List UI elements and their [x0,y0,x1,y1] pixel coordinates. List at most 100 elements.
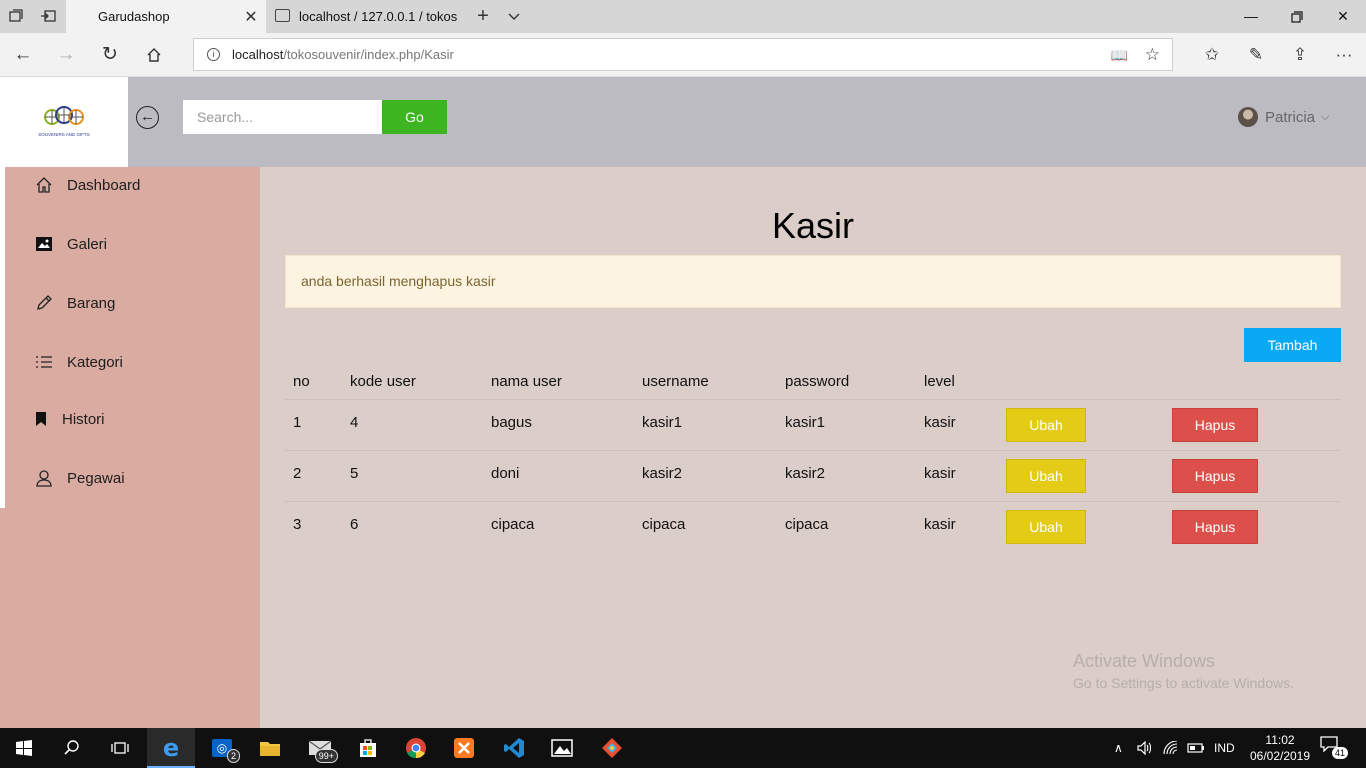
edit-button[interactable]: Ubah [1006,408,1086,442]
mail-count-badge: 2 [226,749,240,763]
logo-area[interactable]: SOUVENIRS AND GIFTS [0,77,128,167]
user-name: Patricia [1265,108,1316,126]
edit-button[interactable]: Ubah [1006,510,1086,544]
cell-nama-user: bagus [491,414,532,431]
cell-username: kasir1 [642,414,683,431]
app-header: SOUVENIRS AND GIFTS ← Go Patricia ⌵ [0,77,1366,167]
sidebar-item-label: Histori [62,410,105,428]
bookmark-icon [34,409,48,429]
browser-tab-strip: Garudashop ✕ localhost / 127.0.0.1 / tok… [0,0,1366,33]
delete-button[interactable]: Hapus [1172,459,1258,493]
cell-level: kasir [924,516,956,533]
edge-browser-icon[interactable]: e [147,728,195,768]
wifi-icon[interactable] [1163,728,1179,768]
git-tool-icon[interactable] [588,728,636,768]
more-menu-icon[interactable]: ··· [1330,43,1358,67]
watermark-subtitle: Go to Settings to activate Windows. [1073,675,1294,691]
new-tab-icon[interactable]: + [474,6,492,26]
tab-phpmyadmin[interactable]: localhost / 127.0.0.1 / tokos [267,0,467,33]
sidebar-item-dashboard[interactable]: Dashboard [34,173,140,197]
file-explorer-icon[interactable] [246,728,294,768]
page-favicon-icon [275,9,290,22]
delete-button[interactable]: Hapus [1172,408,1258,442]
sidebar-item-histori[interactable]: Histori [34,407,105,431]
edit-button[interactable]: Ubah [1006,459,1086,493]
user-icon [34,468,54,488]
list-icon [34,352,54,372]
volume-icon[interactable] [1137,728,1153,768]
address-toolbar: ← → ↻ i localhost/tokosouvenir/index.php… [0,33,1366,77]
sidebar-edge [0,167,5,508]
microsoft-store-icon[interactable] [344,728,392,768]
cell-no: 2 [293,465,302,482]
site-info-icon[interactable]: i [207,48,220,61]
cell-level: kasir [924,465,956,482]
cell-username: cipaca [642,516,686,533]
clock-time: 11:02 [1265,733,1295,747]
sidebar-item-pegawai[interactable]: Pegawai [34,466,125,490]
add-kasir-button[interactable]: Tambah [1244,328,1341,362]
photos-icon[interactable] [538,728,586,768]
logo-tagline: SOUVENIRS AND GIFTS [38,132,90,137]
cell-nama-user: cipaca [491,516,535,533]
table-header: no kode user nama user username password… [285,363,1341,400]
url-field[interactable]: i localhost/tokosouvenir/index.php/Kasir… [193,38,1173,71]
garudashop-logo: SOUVENIRS AND GIFTS [38,106,90,137]
avatar [1238,107,1258,127]
main-content: Kasir anda berhasil menghapus kasir Tamb… [260,167,1366,728]
vscode-icon[interactable] [490,728,538,768]
user-menu[interactable]: Patricia ⌵ [1238,105,1329,129]
xampp-icon[interactable] [440,728,488,768]
column-header-nama-user: nama user [491,373,562,390]
mail-app-icon[interactable]: 99+ [296,728,344,768]
home-icon[interactable] [140,42,168,68]
windows-taskbar: e ◎ 2 99+ ∧ IND 11:02 06/02/2019 41 [0,728,1366,768]
refresh-icon[interactable]: ↻ [96,42,124,68]
go-button[interactable]: Go [382,100,447,134]
cell-nama-user: doni [491,465,520,482]
reading-view-icon[interactable]: 📖 [1111,47,1128,64]
sidebar-item-kategori[interactable]: Kategori [34,350,123,374]
pen-notes-icon[interactable]: ✎ [1242,43,1270,67]
restore-icon[interactable] [1274,0,1320,33]
delete-button[interactable]: Hapus [1172,510,1258,544]
page-title: Kasir [771,205,855,246]
sidebar-item-label: Barang [67,294,116,312]
close-window-icon[interactable]: ✕ [1320,0,1366,33]
search-icon[interactable] [48,728,96,768]
home-icon [34,175,54,195]
sidebar-item-barang[interactable]: Barang [34,291,115,315]
back-arrow-icon[interactable]: ← [9,42,37,68]
tab-title: Garudashop [98,9,170,24]
close-tab-icon[interactable]: ✕ [236,7,266,27]
input-language[interactable]: IND [1214,728,1235,768]
cell-no: 1 [293,414,302,431]
task-view-icon[interactable] [96,728,144,768]
forward-arrow-icon[interactable]: → [52,42,80,68]
battery-icon[interactable] [1187,728,1205,768]
chevron-down-icon[interactable] [506,8,522,24]
url-text: localhost/tokosouvenir/index.php/Kasir [232,47,454,62]
share-icon[interactable]: ⇪ [1286,43,1314,67]
sidebar-item-galeri[interactable]: Galeri [34,232,107,256]
cell-kode-user: 6 [350,516,359,533]
tab-manager-icon[interactable] [8,8,24,24]
favorite-star-icon[interactable]: ☆ [1145,45,1160,65]
show-hidden-icons-icon[interactable]: ∧ [1114,728,1123,768]
windows-start-icon[interactable] [0,728,48,768]
minimize-icon[interactable]: — [1228,0,1274,33]
chrome-icon[interactable] [392,728,440,768]
outlook-mail-icon[interactable]: ◎ 2 [198,728,246,768]
cell-password: kasir2 [785,465,826,482]
kasir-table: no kode user nama user username password… [285,363,1341,553]
tab-title: localhost / 127.0.0.1 / tokos [299,9,458,24]
favorites-hub-icon[interactable]: ✩ [1198,43,1226,67]
collapse-sidebar-arrow-icon[interactable]: ← [136,106,159,129]
cell-kode-user: 5 [350,465,359,482]
tab-garudashop[interactable]: Garudashop ✕ [66,0,266,33]
set-aside-tabs-icon[interactable] [40,8,56,24]
search-input[interactable] [183,100,382,134]
pencil-icon [34,293,54,313]
action-center-icon[interactable]: 41 [1320,736,1350,760]
system-clock[interactable]: 11:02 06/02/2019 [1245,732,1315,764]
